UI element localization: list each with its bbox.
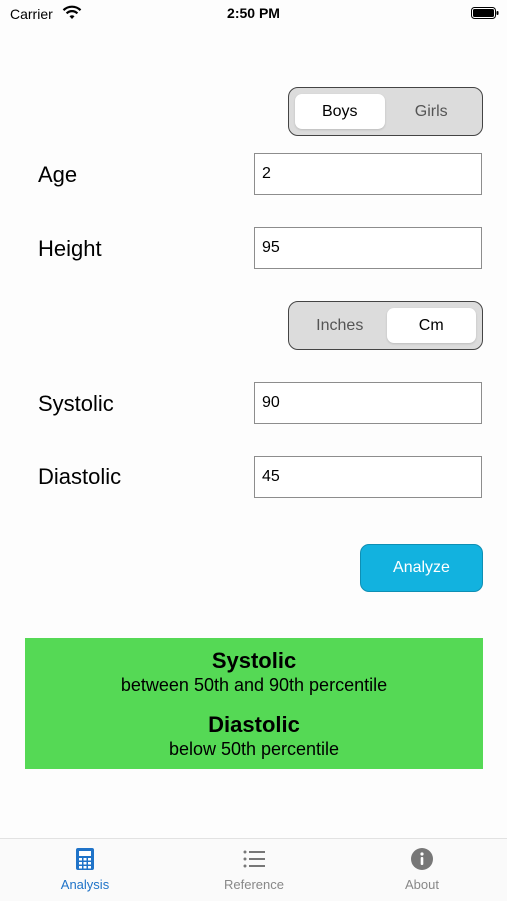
diastolic-result-text: below 50th percentile (168, 739, 340, 759)
tab-analysis[interactable]: Analysis (25, 847, 145, 892)
age-input[interactable] (254, 153, 482, 195)
age-label: Age (38, 162, 78, 187)
list-icon (243, 850, 265, 868)
tab-reference-label: Reference (224, 877, 284, 892)
systolic-result-title: Systolic (211, 648, 297, 673)
height-label: Height (38, 236, 102, 261)
diastolic-label: Diastolic (38, 464, 122, 489)
diastolic-result-title: Diastolic (208, 712, 300, 737)
battery-icon (471, 7, 499, 19)
tab-about[interactable]: About (362, 847, 482, 892)
tab-about-label: About (405, 877, 439, 892)
systolic-label: Systolic (38, 391, 114, 416)
cm-segment[interactable]: Cm (386, 308, 476, 343)
calculator-icon (76, 848, 94, 870)
status-time: 2:50 PM (227, 5, 280, 21)
tab-analysis-label: Analysis (60, 877, 110, 892)
info-icon (411, 848, 433, 870)
boys-segment[interactable]: Boys (295, 94, 385, 129)
tab-bar: Analysis Reference About (0, 838, 507, 901)
result-panel: Systolic between 50th and 90th percentil… (25, 638, 483, 769)
unit-segmented-control[interactable]: Inches Cm (288, 301, 483, 350)
tab-reference[interactable]: Reference (194, 847, 314, 892)
height-input[interactable] (254, 227, 482, 269)
gender-segmented-control[interactable]: Boys Girls (288, 87, 483, 136)
systolic-input[interactable] (254, 382, 482, 424)
diastolic-input[interactable] (254, 456, 482, 498)
systolic-result-text: between 50th and 90th percentile (120, 675, 388, 695)
analyze-button[interactable]: Analyze (360, 544, 483, 592)
inches-segment[interactable]: Inches (295, 308, 385, 343)
girls-segment[interactable]: Girls (387, 94, 477, 129)
